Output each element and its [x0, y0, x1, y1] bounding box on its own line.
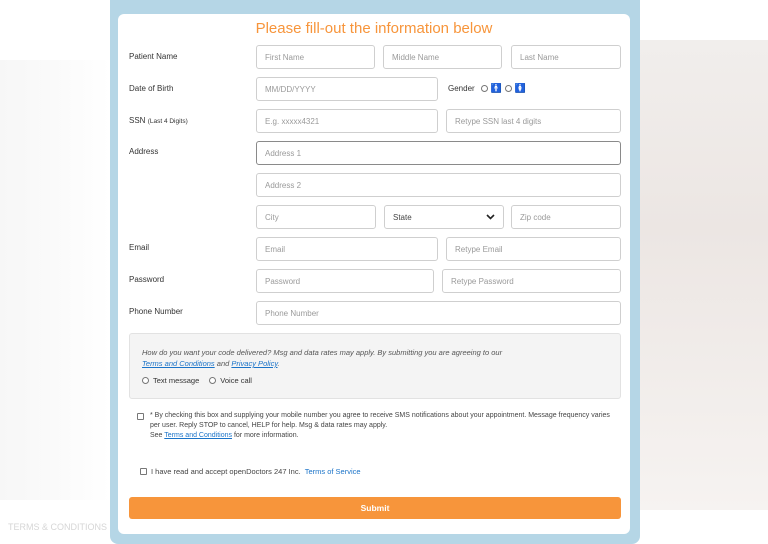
delivery-question-text: How do you want your code delivered? Msg…: [142, 348, 503, 357]
password-label: Password: [129, 275, 165, 284]
sms-consent: * By checking this box and supplying you…: [137, 411, 610, 441]
background-right-shape: [638, 40, 768, 510]
sms-consent-checkbox[interactable]: [137, 413, 144, 420]
delivery-and-text: and: [216, 359, 230, 368]
gender-female-radio[interactable]: [504, 85, 512, 92]
password-input[interactable]: [256, 269, 434, 293]
form-title: Please fill-out the information below: [255, 20, 493, 37]
ssn-hint: (Last 4 Digits): [147, 118, 188, 125]
tos-checkbox[interactable]: [140, 468, 147, 475]
delivery-question: How do you want your code delivered? Msg…: [142, 347, 608, 369]
ssn-label: SSN (Last 4 Digits): [129, 116, 188, 125]
address2-input[interactable]: [256, 173, 621, 197]
sms-consent-see: See: [150, 432, 163, 439]
email-label: Email: [129, 243, 150, 252]
gender-group: Gender 🚹 🚺: [448, 83, 527, 94]
state-select-value: State: [393, 212, 412, 222]
code-delivery-box: How do you want your code delivered? Msg…: [129, 333, 621, 399]
address1-input[interactable]: [256, 141, 621, 165]
phone-input[interactable]: [256, 301, 621, 325]
gender-male-radio[interactable]: [480, 85, 488, 92]
submit-button[interactable]: Submit: [129, 497, 621, 519]
city-input[interactable]: [256, 205, 376, 229]
registration-form-card: Please fill-out the information below Pa…: [118, 14, 630, 534]
voice-call-radio[interactable]: [209, 377, 217, 384]
tos-row: I have read and accept openDoctors 247 I…: [140, 467, 361, 476]
dob-input[interactable]: [256, 77, 438, 101]
voice-call-label: Voice call: [220, 376, 252, 385]
email-input[interactable]: [256, 237, 438, 261]
text-message-option[interactable]: Text message: [142, 376, 199, 385]
phone-label: Phone Number: [129, 307, 183, 316]
text-message-label: Text message: [153, 376, 200, 385]
address-label: Address: [129, 147, 159, 156]
sms-consent-text: * By checking this box and supplying you…: [150, 412, 610, 429]
delivery-options: Text message Voice call: [142, 376, 608, 385]
ssn-retype-input[interactable]: [446, 109, 621, 133]
email-retype-input[interactable]: [446, 237, 621, 261]
male-person-icon: 🚹: [490, 83, 502, 93]
first-name-input[interactable]: [256, 45, 375, 69]
sms-terms-link[interactable]: Terms and Conditions: [164, 432, 232, 439]
terms-conditions-link[interactable]: Terms and Conditions: [142, 359, 215, 368]
delivery-period: .: [277, 359, 280, 368]
dob-label: Date of Birth: [129, 84, 174, 93]
tos-text: I have read and accept openDoctors 247 I…: [151, 467, 301, 476]
background-left-shape: [0, 60, 110, 500]
password-retype-input[interactable]: [442, 269, 621, 293]
gender-label: Gender: [448, 84, 475, 93]
state-select[interactable]: State: [384, 205, 504, 229]
privacy-policy-link[interactable]: Privacy Policy: [231, 359, 277, 368]
last-name-input[interactable]: [511, 45, 621, 69]
patient-name-label: Patient Name: [129, 52, 178, 61]
female-person-icon: 🚺: [514, 83, 527, 93]
chevron-down-icon: [486, 213, 495, 222]
sms-consent-more: for more information.: [233, 432, 299, 439]
ssn-label-text: SSN: [129, 116, 146, 125]
terms-of-service-link[interactable]: Terms of Service: [305, 467, 361, 476]
text-message-radio[interactable]: [142, 377, 149, 384]
voice-call-option[interactable]: Voice call: [209, 376, 252, 385]
zip-input[interactable]: [511, 205, 621, 229]
ssn-input[interactable]: [256, 109, 438, 133]
middle-name-input[interactable]: [383, 45, 502, 69]
sms-consent-text-block: * By checking this box and supplying you…: [140, 411, 610, 441]
